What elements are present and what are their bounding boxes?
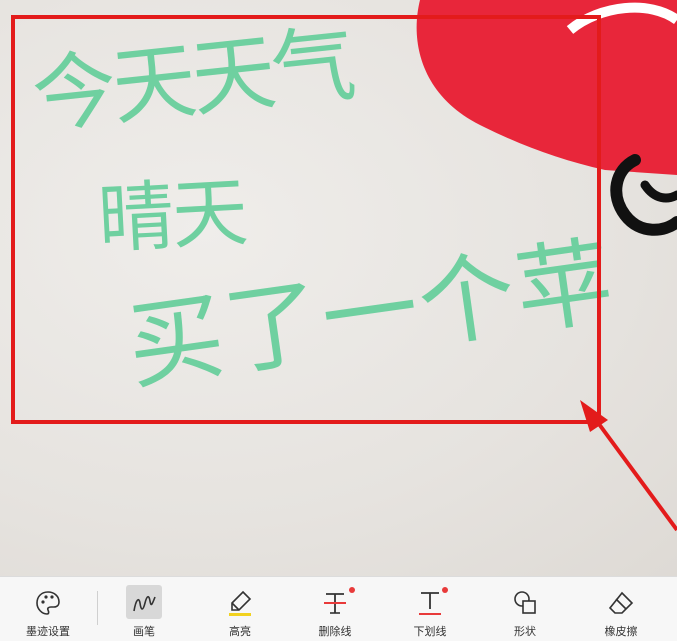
tool-shapes[interactable]: 形状 — [489, 577, 561, 641]
tool-label: 橡皮擦 — [604, 625, 638, 638]
tool-eraser[interactable]: 橡皮擦 — [585, 577, 657, 641]
tool-label: 画笔 — [133, 625, 155, 638]
new-badge — [442, 587, 448, 593]
strikethrough-icon — [324, 593, 346, 614]
drawing-canvas[interactable]: 今天天气 晴天 买了一个苹 — [0, 0, 677, 576]
eraser-icon — [608, 591, 634, 614]
toolbar-divider — [97, 591, 98, 625]
tool-underline[interactable]: 下划线 — [394, 577, 466, 641]
tool-highlight[interactable]: 高亮 — [204, 577, 276, 641]
shapes-icon — [514, 591, 536, 614]
tool-strikethrough[interactable]: 删除线 — [299, 577, 371, 641]
tool-label: 墨迹设置 — [26, 625, 70, 638]
palette-icon — [36, 591, 60, 615]
tool-label: 下划线 — [413, 625, 447, 638]
new-badge — [349, 587, 355, 593]
tool-pen[interactable]: 画笔 — [108, 577, 180, 641]
tool-ink-settings[interactable]: 墨迹设置 — [12, 577, 84, 641]
annotation-toolbar: 墨迹设置 画笔 高亮 删除线 下划线 形状 橡皮擦 — [0, 576, 677, 641]
tool-label: 删除线 — [318, 625, 352, 638]
tool-label: 形状 — [514, 625, 536, 638]
pen-scribble-icon — [133, 595, 156, 612]
tool-label: 高亮 — [229, 625, 251, 638]
pointer-arrow — [580, 400, 677, 532]
highlighter-icon — [229, 590, 252, 616]
underline-icon — [419, 592, 441, 615]
